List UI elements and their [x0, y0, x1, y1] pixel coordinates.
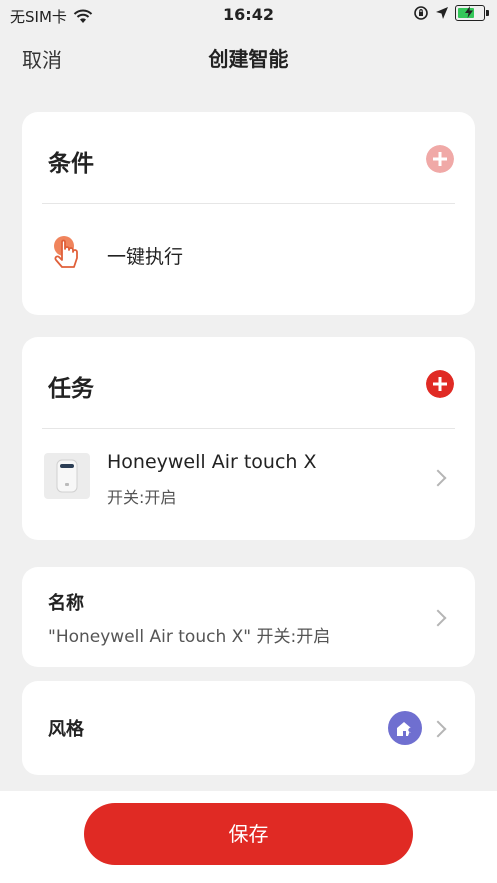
name-card[interactable]: 名称 "Honeywell Air touch X" 开关:开启 — [22, 567, 475, 667]
add-condition-button[interactable] — [426, 145, 454, 173]
chevron-right-icon — [429, 469, 447, 487]
chevron-right-icon — [429, 720, 447, 738]
style-badge-icon — [388, 711, 422, 745]
name-value: "Honeywell Air touch X" 开关:开启 — [48, 627, 331, 647]
status-right — [413, 5, 489, 21]
conditions-card: 条件 一键执行 — [22, 112, 475, 315]
device-thumbnail — [44, 453, 90, 499]
tasks-title: 任务 — [48, 376, 94, 402]
battery-icon — [455, 5, 489, 21]
condition-item-one-tap[interactable]: 一键执行 — [22, 204, 475, 304]
style-label: 风格 — [48, 719, 84, 740]
add-task-button[interactable] — [426, 370, 454, 398]
status-bar: 无SIM卡 16:42 — [0, 0, 497, 30]
conditions-title: 条件 — [48, 151, 94, 177]
device-action: 开关:开启 — [107, 488, 177, 507]
bottom-bar: 保存 — [0, 791, 497, 883]
tasks-card: 任务 Honeywell Air touch X 开关:开启 — [22, 337, 475, 540]
condition-item-label: 一键执行 — [107, 246, 184, 268]
chevron-right-icon — [429, 609, 447, 627]
save-button[interactable]: 保存 — [84, 803, 413, 865]
orientation-lock-icon — [414, 6, 428, 20]
style-card[interactable]: 风格 — [22, 681, 475, 775]
device-name: Honeywell Air touch X — [107, 451, 317, 473]
location-icon — [436, 7, 448, 19]
air-purifier-icon — [56, 459, 78, 493]
task-item-device[interactable]: Honeywell Air touch X 开关:开启 — [22, 429, 475, 529]
nav-bar: 取消 创建智能 — [0, 38, 497, 78]
page-title: 创建智能 — [208, 47, 289, 71]
tap-hand-icon — [54, 236, 78, 268]
name-label: 名称 — [48, 593, 84, 614]
